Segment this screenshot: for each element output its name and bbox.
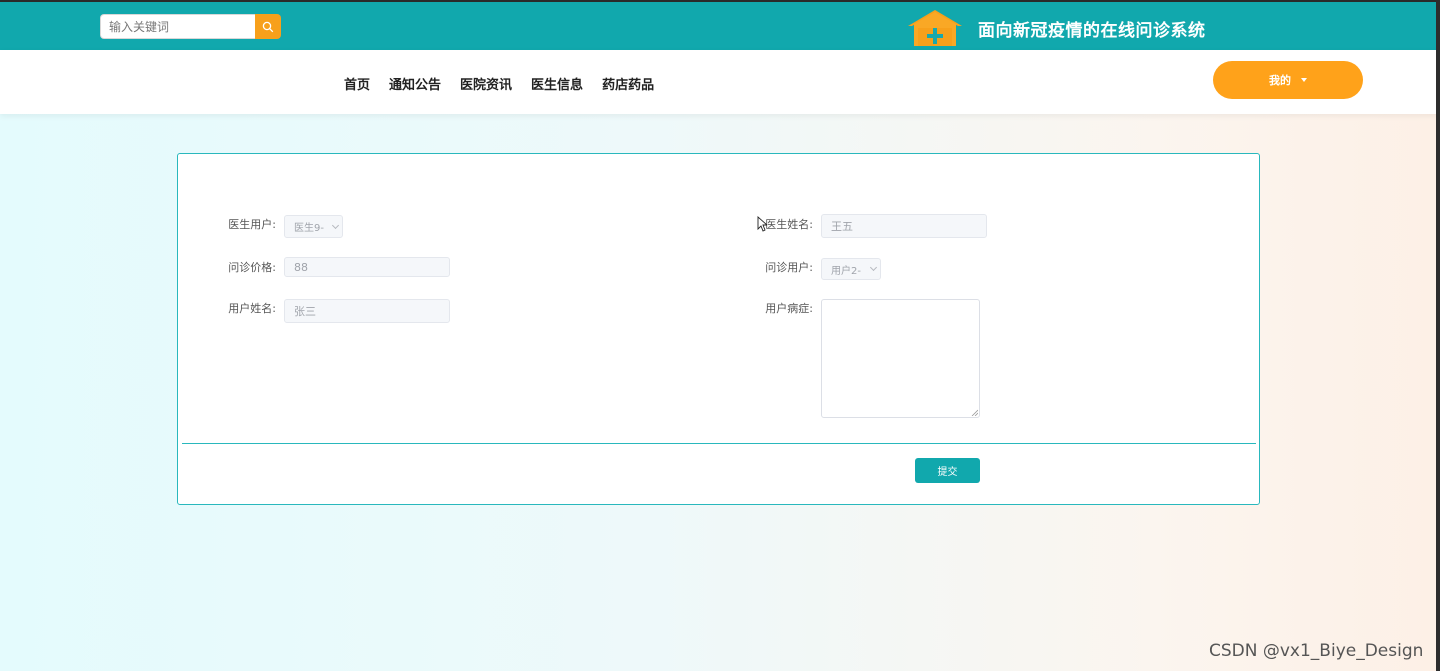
nav-item-pharmacy[interactable]: 药店药品 — [602, 74, 654, 93]
symptoms-label: 用户病症: — [765, 302, 813, 315]
chevron-down-icon — [869, 263, 878, 272]
resize-grip-icon[interactable] — [971, 409, 978, 416]
nav-item-doctors[interactable]: 医生信息 — [531, 74, 583, 93]
my-account-label: 我的 — [1269, 74, 1291, 87]
doctor-user-value: 医生9- — [294, 223, 324, 234]
chevron-down-icon — [331, 221, 340, 229]
price-label: 问诊价格: — [228, 261, 276, 274]
nav-item-notices[interactable]: 通知公告 — [389, 74, 441, 93]
form-divider — [182, 443, 1256, 444]
window-edge-bar — [1436, 0, 1440, 671]
top-header-bar: 面向新冠疫情的在线问诊系统 — [0, 0, 1440, 50]
nav-item-hospital-news[interactable]: 医院资讯 — [460, 74, 512, 93]
site-brand: 面向新冠疫情的在线问诊系统 — [906, 6, 1206, 50]
search-input[interactable] — [100, 14, 255, 39]
site-title: 面向新冠疫情的在线问诊系统 — [978, 20, 1206, 41]
patient-user-select[interactable]: 用户2- — [821, 258, 881, 280]
doctor-name-value: 王五 — [831, 220, 853, 233]
patient-name-value: 张三 — [294, 305, 316, 318]
patient-user-value: 用户2- — [831, 265, 861, 277]
nav-item-home[interactable]: 首页 — [344, 74, 370, 93]
house-plus-logo-icon — [908, 10, 962, 46]
patient-name-label: 用户姓名: — [228, 302, 276, 315]
watermark-text: CSDN @vx1_Biye_Design — [1209, 641, 1424, 661]
search-box — [100, 14, 281, 39]
doctor-name-field[interactable]: 王五 — [821, 214, 987, 238]
doctor-user-select[interactable]: 医生9- — [284, 215, 343, 238]
price-value: 88 — [294, 260, 308, 274]
patient-user-label: 问诊用户: — [765, 261, 813, 274]
main-navbar: 首页 通知公告 医院资讯 医生信息 药店药品 我的 — [0, 50, 1440, 114]
my-account-dropdown[interactable]: 我的 — [1213, 61, 1363, 99]
nav-menu: 首页 通知公告 医院资讯 医生信息 药店药品 — [344, 74, 654, 93]
submit-label: 提交 — [937, 467, 958, 478]
patient-name-field[interactable]: 张三 — [284, 299, 450, 323]
search-icon — [262, 21, 274, 32]
caret-down-icon — [1301, 78, 1307, 82]
price-field[interactable]: 88 — [284, 257, 450, 277]
consultation-form: 医生用户: 医生9- 医生姓名: 王五 问诊价格: 88 问诊用户: 用户2- … — [177, 153, 1260, 505]
search-button[interactable] — [255, 14, 281, 39]
mouse-cursor-icon — [757, 216, 767, 232]
doctor-user-label: 医生用户: — [228, 218, 276, 231]
submit-button[interactable]: 提交 — [915, 458, 980, 483]
doctor-name-label: 医生姓名: — [765, 218, 813, 231]
symptoms-textarea[interactable] — [821, 299, 980, 418]
